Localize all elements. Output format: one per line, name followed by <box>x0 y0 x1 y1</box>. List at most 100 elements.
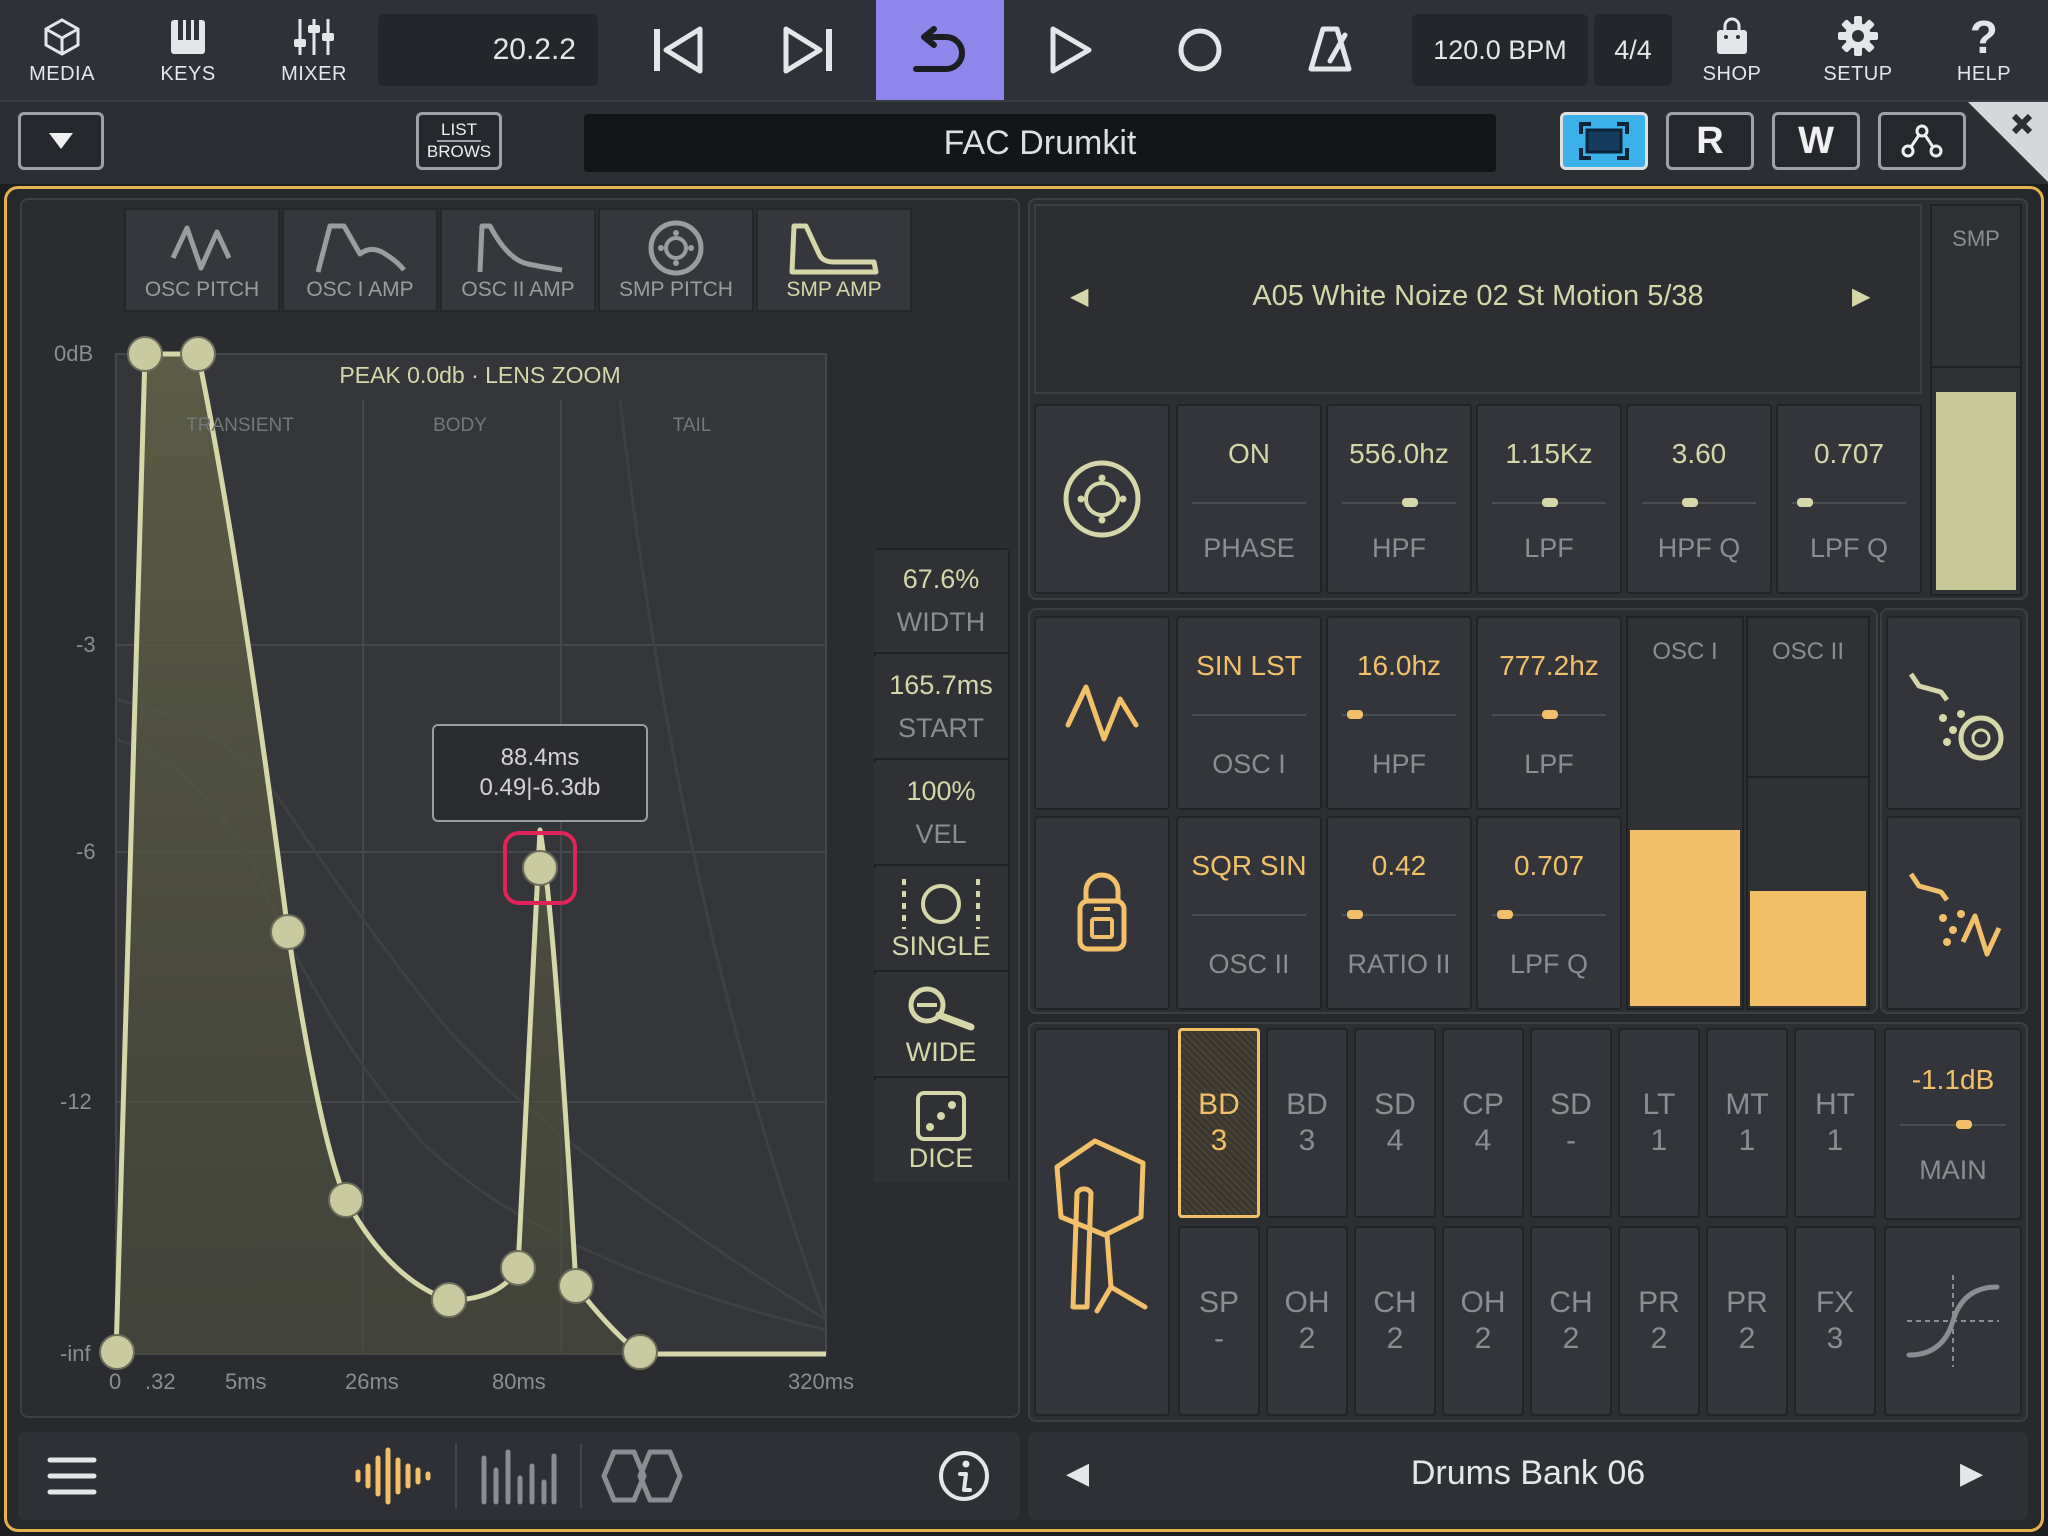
envelope-graph[interactable] <box>20 320 870 1400</box>
drum-pad[interactable]: SD 4 <box>1354 1028 1436 1218</box>
envelope-node[interactable] <box>431 1282 467 1318</box>
list-browser-button[interactable]: LIST BROWS <box>416 112 502 170</box>
osc-ii-param-ratio-ii[interactable]: 0.42 RATIO II <box>1326 816 1472 1010</box>
param-knob[interactable] <box>1542 710 1558 719</box>
osc-param-hpf[interactable]: 16.0hz HPF <box>1326 616 1472 810</box>
setup-button[interactable]: SETUP <box>1808 0 1908 100</box>
drum-pad[interactable]: BD 3 <box>1178 1028 1260 1218</box>
mixer-button[interactable]: MIXER <box>264 0 364 100</box>
preset-name-display[interactable]: FAC Drumkit <box>584 114 1496 172</box>
dice-button[interactable]: DICE <box>874 1080 1008 1182</box>
nodes-button[interactable] <box>1878 112 1966 170</box>
shop-button[interactable]: SHOP <box>1682 0 1782 100</box>
waveform-view-button[interactable] <box>352 1446 432 1511</box>
drum-pad[interactable]: OH 2 <box>1266 1226 1348 1416</box>
next-sample-button[interactable]: ▶ <box>1852 282 1870 311</box>
play-button[interactable] <box>1006 0 1134 100</box>
main-volume-control[interactable]: -1.1dB MAIN <box>1884 1028 2022 1220</box>
record-button[interactable] <box>1136 0 1264 100</box>
metronome-button[interactable] <box>1266 0 1394 100</box>
start-control[interactable]: 165.7ms START <box>874 656 1008 760</box>
close-button[interactable] <box>1968 102 2048 182</box>
info-button[interactable] <box>936 1448 992 1509</box>
velocity-control[interactable]: 100% VEL <box>874 762 1008 866</box>
sample-name[interactable]: A05 White Noize 02 St Motion 5/38 <box>1100 280 1856 313</box>
param-knob[interactable] <box>1682 498 1698 507</box>
time-signature-display[interactable]: 4/4 <box>1594 14 1672 86</box>
osc-i-section-button[interactable] <box>1034 616 1170 810</box>
osc-ii-level-meter[interactable]: OSC II <box>1746 616 1870 1010</box>
rewind-button[interactable] <box>614 0 742 100</box>
read-automation-button[interactable]: R <box>1666 112 1754 170</box>
help-button[interactable]: ? HELP <box>1934 0 2034 100</box>
osc-param-lpf[interactable]: 777.2hz LPF <box>1476 616 1622 810</box>
forward-button[interactable] <box>744 0 872 100</box>
loop-button[interactable] <box>876 0 1004 100</box>
envelope-node[interactable] <box>127 336 163 372</box>
param-knob[interactable] <box>1347 710 1363 719</box>
keys-button[interactable]: KEYS <box>138 0 238 100</box>
osc-ii-section-button[interactable] <box>1034 816 1170 1010</box>
sample-param-lpf-q[interactable]: 0.707 LPF Q <box>1776 404 1922 594</box>
tab-osc-ii-amp[interactable]: OSC II AMP <box>440 208 596 312</box>
drum-pad[interactable]: MT 1 <box>1706 1028 1788 1218</box>
envelope-node[interactable] <box>328 1182 364 1218</box>
write-automation-button[interactable]: W <box>1772 112 1860 170</box>
kit-section-button[interactable] <box>1034 1028 1170 1416</box>
osc-param-osc-i[interactable]: SIN LST OSC I <box>1176 616 1322 810</box>
tab-smp-pitch[interactable]: SMP PITCH <box>598 208 754 312</box>
param-knob[interactable] <box>1497 910 1513 919</box>
drum-pad[interactable]: FX 3 <box>1794 1226 1876 1416</box>
step-sequencer-button[interactable] <box>478 1446 558 1511</box>
drum-pad[interactable]: PR 2 <box>1618 1226 1700 1416</box>
param-knob[interactable] <box>1797 498 1813 507</box>
tab-osc-i-amp[interactable]: OSC I AMP <box>282 208 438 312</box>
envelope-node[interactable] <box>558 1268 594 1304</box>
sample-level-meter[interactable]: SMP <box>1930 204 2022 596</box>
previous-bank-button[interactable]: ◀ <box>1066 1456 1089 1491</box>
menu-button[interactable] <box>44 1452 100 1505</box>
drum-pad[interactable]: CH 2 <box>1530 1226 1612 1416</box>
instrument-menu-button[interactable] <box>18 112 104 170</box>
envelope-node[interactable] <box>180 336 216 372</box>
envelope-node[interactable] <box>500 1250 536 1286</box>
drum-pad[interactable]: CP 4 <box>1442 1028 1524 1218</box>
single-mode-button[interactable]: SINGLE <box>874 868 1008 972</box>
param-knob[interactable] <box>1542 498 1558 507</box>
bank-name[interactable]: Drums Bank 06 <box>1130 1454 1926 1493</box>
osc-ii-param-lpf-q[interactable]: 0.707 LPF Q <box>1476 816 1622 1010</box>
envelope-node[interactable] <box>622 1334 658 1370</box>
amp-mod-button[interactable] <box>1886 816 2022 1010</box>
drum-pad[interactable]: OH 2 <box>1442 1226 1524 1416</box>
fullscreen-button[interactable] <box>1560 112 1648 170</box>
osc-i-level-meter[interactable]: OSC I <box>1626 616 1744 1010</box>
sample-param-phase[interactable]: ON PHASE <box>1176 404 1322 594</box>
sample-param-lpf[interactable]: 1.15Kz LPF <box>1476 404 1622 594</box>
curve-shape-button[interactable] <box>1884 1226 2022 1416</box>
tempo-display[interactable]: 120.0 BPM <box>1412 14 1588 86</box>
drum-pad[interactable]: SP - <box>1178 1226 1260 1416</box>
drum-pad[interactable]: SD - <box>1530 1028 1612 1218</box>
drum-pad[interactable]: PR 2 <box>1706 1226 1788 1416</box>
tab-osc-pitch[interactable]: OSC PITCH <box>124 208 280 312</box>
osc-ii-param-osc-ii[interactable]: SQR SIN OSC II <box>1176 816 1322 1010</box>
wide-mode-button[interactable]: WIDE <box>874 974 1008 1078</box>
pitch-mod-button[interactable] <box>1886 616 2022 810</box>
next-bank-button[interactable]: ▶ <box>1960 1456 1983 1491</box>
envelope-node[interactable] <box>270 914 306 950</box>
width-control[interactable]: 67.6% WIDTH <box>874 550 1008 654</box>
envelope-node-selected[interactable] <box>522 850 558 886</box>
envelope-node[interactable] <box>99 1334 135 1370</box>
sample-param-hpf[interactable]: 556.0hz HPF <box>1326 404 1472 594</box>
drum-pad[interactable]: HT 1 <box>1794 1028 1876 1218</box>
effects-button[interactable] <box>600 1448 684 1509</box>
param-knob[interactable] <box>1347 910 1363 919</box>
song-position-display[interactable]: 20.2.2 <box>378 14 598 86</box>
sample-section-button[interactable] <box>1034 404 1170 594</box>
drum-pad[interactable]: CH 2 <box>1354 1226 1436 1416</box>
media-button[interactable]: MEDIA <box>12 0 112 100</box>
previous-sample-button[interactable]: ◀ <box>1070 282 1088 311</box>
param-knob[interactable] <box>1402 498 1418 507</box>
drum-pad[interactable]: LT 1 <box>1618 1028 1700 1218</box>
drum-pad[interactable]: BD 3 <box>1266 1028 1348 1218</box>
